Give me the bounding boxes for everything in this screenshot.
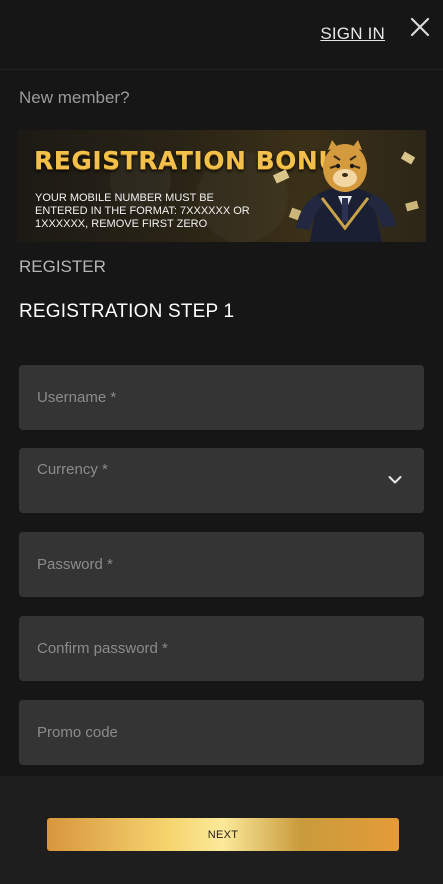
confirm-password-placeholder: Confirm password * [37, 640, 168, 657]
currency-select[interactable]: Currency * [19, 448, 424, 513]
password-field[interactable]: Password * [19, 532, 424, 597]
banner-notice: YOUR MOBILE NUMBER MUST BE ENTERED IN TH… [35, 192, 250, 230]
new-member-text: New member? [19, 88, 130, 107]
footer-bar: NEXT [0, 776, 443, 884]
registration-page: SIGN IN New member? REGISTRATION BONUS Y… [0, 0, 443, 884]
confirm-password-field[interactable]: Confirm password * [19, 616, 424, 681]
tiger-mascot-icon [272, 140, 419, 242]
username-field[interactable]: Username * [19, 365, 424, 430]
top-bar: SIGN IN [0, 0, 443, 70]
chevron-down-icon [388, 476, 402, 484]
registration-bonus-banner: REGISTRATION BONUS YOUR MOBILE NUMBER MU… [18, 130, 426, 242]
currency-placeholder: Currency * [37, 461, 108, 478]
sign-in-link[interactable]: SIGN IN [320, 24, 385, 44]
step-title: REGISTRATION STEP 1 [19, 301, 235, 322]
next-button[interactable]: NEXT [47, 818, 399, 851]
username-placeholder: Username * [37, 389, 117, 406]
register-label: REGISTER [19, 257, 106, 276]
close-icon[interactable] [409, 16, 431, 38]
promo-code-placeholder: Promo code [37, 724, 118, 741]
password-placeholder: Password * [37, 556, 113, 573]
promo-code-field[interactable]: Promo code [19, 700, 424, 765]
